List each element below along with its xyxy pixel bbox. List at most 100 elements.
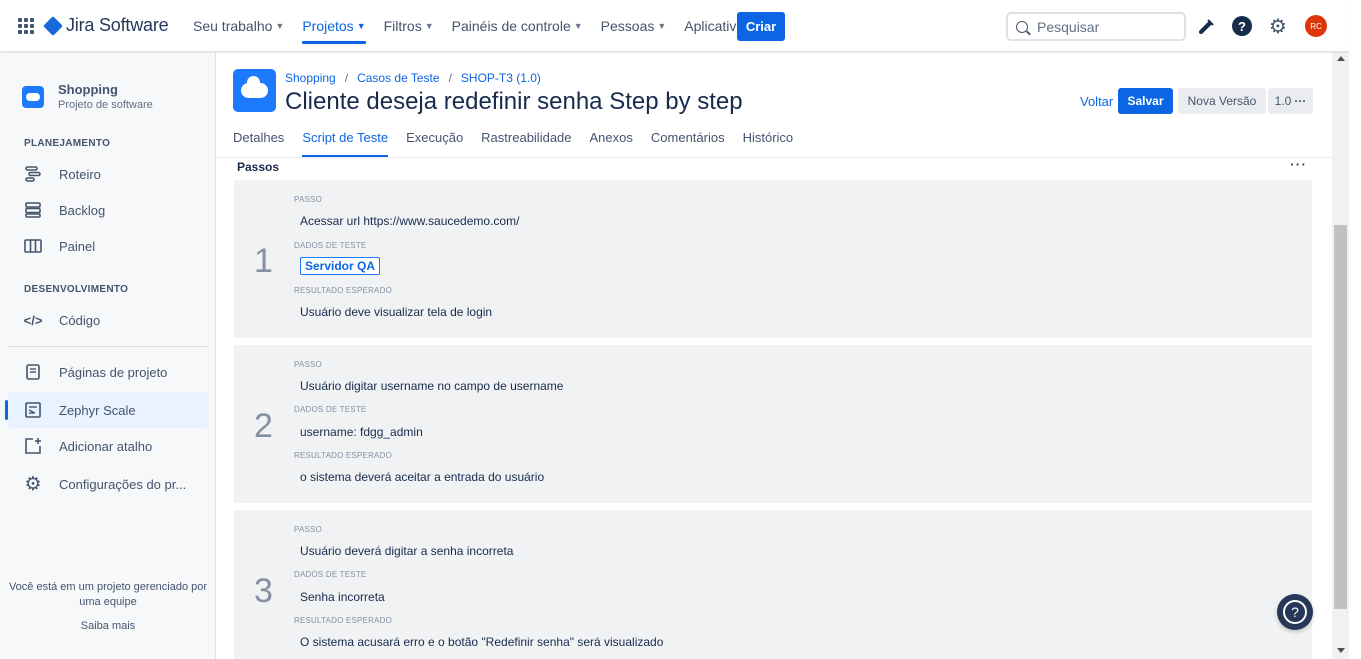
test-data-value[interactable]: username: fdgg_admin [300,425,423,439]
step-description[interactable]: Acessar url https://www.saucedemo.com/ [300,214,519,228]
nav-seu-trabalho[interactable]: Seu trabalho ▼ [193,0,284,52]
project-header[interactable]: Shopping Projeto de software [22,82,153,111]
version-label: 1.0 [1274,94,1292,108]
app-name: Jira Software [66,15,169,35]
project-type: Projeto de software [58,99,153,111]
scrollbar-thumb[interactable] [1334,225,1347,609]
learn-more-link[interactable]: Saiba mais [8,619,208,634]
sidebar-item-codigo[interactable]: </> Código [8,302,208,338]
sidebar-item-configuracoes[interactable]: ⚙ Configurações do pr... [8,466,208,502]
backlog-icon [24,202,42,218]
sidebar-item-label: Adicionar atalho [59,438,153,454]
more-icon: ··· [1294,94,1307,108]
sidebar-item-backlog[interactable]: Backlog [8,192,208,228]
tab-comentarios[interactable]: Comentários [651,130,725,157]
search-input[interactable]: Pesquisar [1006,12,1186,41]
step-number: 1 [254,242,273,280]
sidebar: Shopping Projeto de software PLANEJAMENT… [0,52,216,659]
test-data-label: DADOS DE TESTE [294,405,367,414]
sidebar-item-label: Zephyr Scale [59,402,136,418]
nav-pessoas[interactable]: Pessoas ▼ [601,0,667,52]
test-data-label: DADOS DE TESTE [294,570,367,579]
new-version-button[interactable]: Nova Versão [1178,88,1266,114]
help-icon[interactable]: ? [1232,16,1252,36]
section-title-planejamento: PLANEJAMENTO [24,138,111,149]
app-switcher-icon[interactable] [18,18,34,34]
sidebar-item-zephyr-scale[interactable]: Zephyr Scale [5,392,208,428]
scroll-down-arrow-icon[interactable] [1337,648,1345,653]
section-title-desenvolvimento: DESENVOLVIMENTO [24,284,129,295]
sidebar-item-label: Configurações do pr... [59,476,187,492]
project-cloud-icon [22,86,44,108]
test-data-value[interactable]: Senha incorreta [300,590,385,604]
expected-result[interactable]: Usuário deve visualizar tela de login [300,305,492,319]
search-icon [1016,20,1028,33]
tab-historico[interactable]: Histórico [743,130,794,157]
tab-bar: Detalhes Script de Teste Execução Rastre… [233,130,811,157]
step-label: PASSO [294,525,322,534]
breadcrumb-test-case[interactable]: SHOP-T3 (1.0) [461,71,541,85]
expected-result[interactable]: O sistema acusará erro e o botão "Redefi… [300,635,663,649]
code-icon: </> [23,312,43,328]
test-data-tag[interactable]: Servidor QA [300,257,381,275]
save-button[interactable]: Salvar [1118,88,1173,114]
nav-label: Painéis de controle [451,18,571,34]
sidebar-divider [8,346,208,347]
scroll-up-arrow-icon[interactable] [1337,56,1345,61]
create-button[interactable]: Criar [737,12,785,41]
avatar[interactable]: RC [1305,15,1327,37]
tabs-divider [216,157,1332,158]
main-menu: Seu trabalho ▼ Projetos ▼ Filtros ▼ Painéis… [193,0,781,52]
tab-anexos[interactable]: Anexos [590,130,633,157]
expected-result-label: RESULTADO ESPERADO [294,451,392,460]
nav-label: Pessoas [600,18,655,34]
jira-logo[interactable]: Jira Software [43,15,169,36]
back-button[interactable]: Voltar [1080,94,1113,109]
breadcrumb-separator: / [448,71,452,85]
notifications-icon[interactable] [1196,16,1216,36]
page-title: Cliente deseja redefinir senha Step by s… [285,88,743,115]
sidebar-item-paginas[interactable]: Páginas de projeto [8,354,208,390]
help-button[interactable]: ? [1277,594,1313,630]
step-card[interactable]: 2 PASSO Usuário digitar username no camp… [234,345,1312,503]
breadcrumb-casos-de-teste[interactable]: Casos de Teste [357,71,440,85]
settings-gear-icon[interactable]: ⚙ [1268,16,1288,38]
add-shortcut-icon [24,437,42,455]
step-card[interactable]: 1 PASSO Acessar url https://www.saucedem… [234,180,1312,338]
vertical-scrollbar[interactable] [1332,52,1349,659]
sidebar-footer: Você está em um projeto gerenciado por u… [0,580,216,634]
breadcrumb-separator: / [344,71,349,85]
version-menu-button[interactable]: 1.0 ··· [1268,88,1313,114]
chevron-down-icon: ▼ [356,21,366,31]
tab-script-de-teste[interactable]: Script de Teste [302,130,388,157]
step-description[interactable]: Usuário deverá digitar a senha incorreta [300,544,513,558]
nav-projetos[interactable]: Projetos ▼ [302,0,366,52]
help-icon: ? [1283,600,1307,624]
nav-label: Projetos [302,18,354,34]
sidebar-item-adicionar-atalho[interactable]: Adicionar atalho [8,428,208,464]
project-name: Shopping [58,82,118,97]
breadcrumb: Shopping / Casos de Teste / SHOP-T3 (1.0… [285,71,541,85]
expected-result[interactable]: o sistema deverá aceitar a entrada do us… [300,470,544,484]
top-navigation: Jira Software Seu trabalho ▼ Projetos ▼ Fi… [0,0,1349,52]
step-label: PASSO [294,360,322,369]
roadmap-icon [24,166,42,182]
more-actions-icon[interactable]: ··· [1290,156,1307,172]
jira-logo-icon [43,15,63,36]
project-avatar-icon [233,69,276,112]
tab-detalhes[interactable]: Detalhes [233,130,284,157]
step-description[interactable]: Usuário digitar username no campo de use… [300,379,563,393]
step-card[interactable]: 3 PASSO Usuário deverá digitar a senha i… [234,510,1312,659]
nav-filtros[interactable]: Filtros ▼ [384,0,434,52]
tab-execucao[interactable]: Execução [406,130,463,157]
board-icon [24,238,42,254]
sidebar-item-label: Código [59,312,101,328]
sidebar-item-roteiro[interactable]: Roteiro [8,156,208,192]
sidebar-item-label: Backlog [59,202,106,218]
breadcrumb-shopping[interactable]: Shopping [285,71,336,85]
tab-rastreabilidade[interactable]: Rastreabilidade [481,130,571,157]
search-placeholder: Pesquisar [1037,18,1100,35]
chevron-down-icon: ▼ [424,21,434,31]
nav-paineis[interactable]: Painéis de controle ▼ [452,0,583,52]
sidebar-item-painel[interactable]: Painel [8,228,208,264]
